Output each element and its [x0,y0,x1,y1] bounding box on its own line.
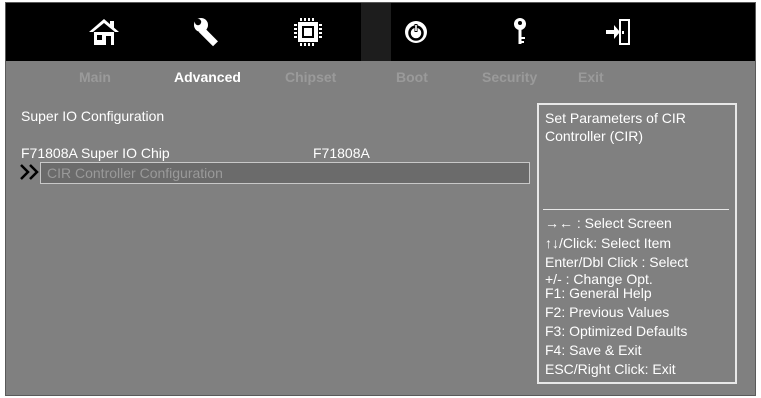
tab-bar: Main Advanced Chipset Boot Security Exit [6,61,755,91]
tab-exit[interactable]: Exit [578,69,604,85]
chip-icon[interactable] [278,3,338,61]
help-divider [543,209,729,210]
tab-main[interactable]: Main [79,69,111,85]
chip-value: F71808A [313,145,370,161]
cir-controller-label: CIR Controller Configuration [47,165,223,181]
help-key-esc-exit: ESC/Right Click: Exit [545,361,676,377]
help-key-general-help: F1: General Help [545,285,652,301]
help-key-select-item: ↑↓/Click: Select Item [545,235,672,251]
help-key-optimized-defaults: F3: Optimized Defaults [545,323,688,339]
help-key-select-screen: →← : Select Screen [545,215,672,231]
power-icon[interactable] [386,3,446,61]
help-description: Set Parameters of CIR Controller (CIR) [545,110,686,144]
key-icon[interactable] [490,3,550,61]
help-panel: Set Parameters of CIR Controller (CIR) →… [537,103,737,384]
help-key-previous-values: F2: Previous Values [545,304,670,320]
home-icon[interactable] [74,3,134,61]
section-title: Super IO Configuration [21,108,165,124]
tab-chipset[interactable]: Chipset [285,69,336,85]
cir-controller-menu-item[interactable]: CIR Controller Configuration [40,162,530,184]
tab-advanced[interactable]: Advanced [174,69,241,85]
tab-security[interactable]: Security [482,69,537,85]
bios-window: Main Advanced Chipset Boot Security Exit… [5,2,756,396]
help-key-save-exit: F4: Save & Exit [545,342,642,358]
chip-label: F71808A Super IO Chip [21,145,170,161]
selection-chevron-icon [20,164,39,180]
exit-icon[interactable] [588,3,648,61]
tab-boot[interactable]: Boot [396,69,428,85]
wrench-icon[interactable] [178,3,238,61]
icon-bar [6,3,755,61]
help-key-select: Enter/Dbl Click : Select [545,254,689,270]
